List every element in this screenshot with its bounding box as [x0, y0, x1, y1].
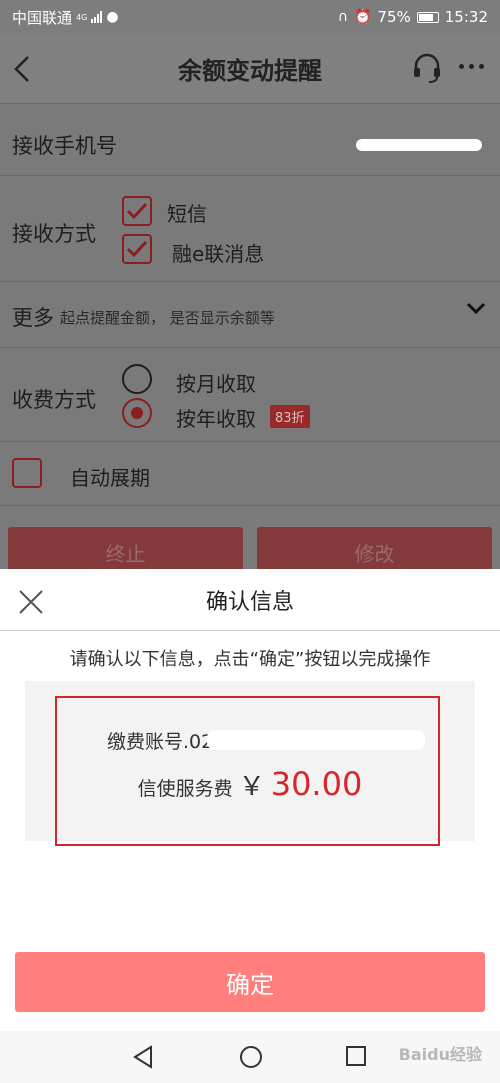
- network-type: 4G: [76, 12, 88, 22]
- watermark: Baidu经验: [398, 1045, 482, 1064]
- clock: 15:32: [444, 8, 488, 26]
- sheet-header: 确认信息: [0, 569, 500, 631]
- back-triangle-icon[interactable]: [132, 1045, 154, 1069]
- system-nav-bar: Baidu经验: [0, 1031, 500, 1083]
- auto-renew-label: 自动展期: [70, 466, 150, 490]
- discount-badge: 83折: [270, 405, 310, 428]
- signal-icon: [91, 11, 103, 23]
- instruction-text: 请确认以下信息，点击“确定”按钮以完成操作: [69, 649, 431, 670]
- method-label: 接收方式: [12, 222, 96, 246]
- alarm-icon: ⏰: [353, 9, 372, 25]
- more-label: 更多: [12, 306, 54, 330]
- chevron-left-icon[interactable]: [10, 54, 36, 84]
- sms-checkbox[interactable]: [122, 196, 152, 226]
- home-circle-icon[interactable]: [239, 1045, 263, 1069]
- sms-label: 短信: [167, 202, 207, 226]
- yearly-radio[interactable]: [122, 398, 152, 428]
- chevron-down-icon[interactable]: [466, 302, 486, 316]
- recents-square-icon[interactable]: [345, 1045, 367, 1067]
- fee-mode-label: 收费方式: [12, 388, 96, 412]
- headset-icon[interactable]: [412, 52, 442, 84]
- more-dots-icon[interactable]: [459, 64, 484, 69]
- headphone-icon: ∩: [337, 9, 348, 25]
- page-title: 余额变动提醒: [178, 57, 322, 85]
- status-bar: 中国联通 4G ● ∩ ⏰ 75% 15:32: [0, 0, 500, 34]
- confirm-sheet: 确认信息 请确认以下信息，点击“确定”按钮以完成操作 缴费账号.0215 信使服…: [0, 569, 500, 1031]
- fee-mode-row: 收费方式 按月收取 按年收取 83折: [0, 348, 500, 442]
- auto-renew-checkbox[interactable]: [12, 458, 42, 488]
- phone-redaction: [356, 139, 482, 151]
- rongelian-checkbox[interactable]: [122, 234, 152, 264]
- more-row[interactable]: 更多 起点提醒金额， 是否显示余额等: [0, 282, 500, 348]
- receive-method-row: 接收方式 短信 融e联消息: [0, 176, 500, 282]
- phone-label: 接收手机号: [12, 134, 117, 158]
- battery-icon: [416, 11, 439, 23]
- monthly-radio[interactable]: [122, 364, 152, 394]
- monthly-label: 按月收取: [176, 372, 256, 396]
- nav-bar: 余额变动提醒: [0, 34, 500, 104]
- close-icon[interactable]: [18, 589, 44, 615]
- yearly-label: 按年收取: [176, 407, 256, 431]
- more-hint: 起点提醒金额， 是否显示余额等: [60, 309, 275, 327]
- highlight-box: [55, 696, 440, 846]
- message-icon: ●: [106, 9, 119, 25]
- carrier-label: 中国联通: [12, 8, 73, 27]
- confirm-button[interactable]: 确定: [15, 952, 485, 1012]
- battery-percent: 75%: [377, 8, 411, 26]
- rongelian-label: 融e联消息: [172, 242, 265, 266]
- sheet-title: 确认信息: [205, 589, 294, 615]
- auto-renew-row: 自动展期: [0, 442, 500, 506]
